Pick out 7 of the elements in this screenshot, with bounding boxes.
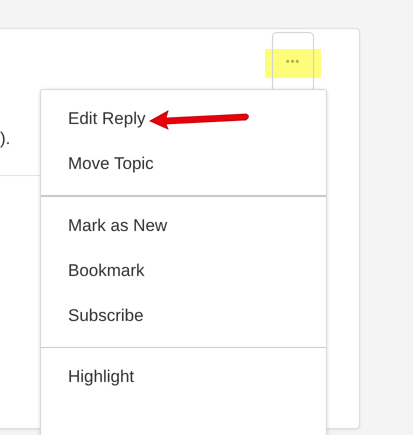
post-text: ). [0, 129, 12, 149]
menu-item[interactable]: Bookmark [68, 256, 145, 286]
menu-item[interactable]: Subscribe [68, 301, 144, 331]
menu-item[interactable]: Highlight [68, 362, 134, 392]
menu-item[interactable]: Move Topic [68, 149, 154, 179]
menu-item[interactable]: Mark as New [68, 211, 168, 241]
menu-item[interactable]: Edit Reply [68, 104, 146, 134]
